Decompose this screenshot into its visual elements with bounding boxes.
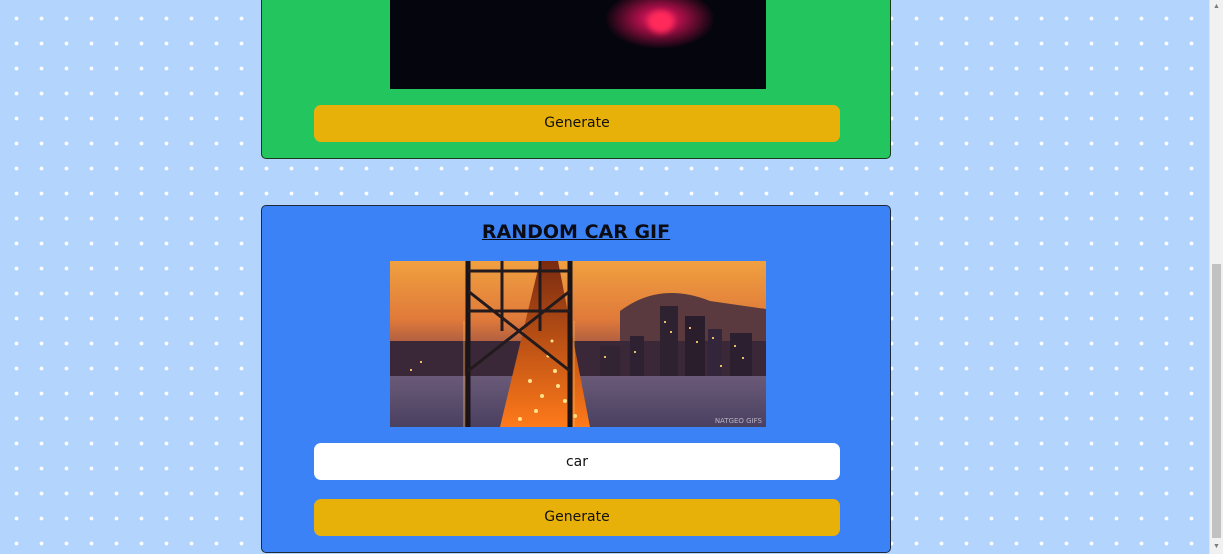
generate-button[interactable]: Generate: [314, 105, 840, 142]
car-gif-image: NATGEO GIFS: [390, 261, 766, 427]
car-gif-card: RANDOM CAR GIF NATGEO GIFS car Generate: [261, 205, 891, 553]
random-gif-card: Generate: [261, 0, 891, 159]
search-input[interactable]: [314, 443, 840, 480]
gif-watermark: NATGEO GIFS: [715, 417, 763, 425]
vertical-scrollbar[interactable]: ▲ ▼: [1209, 0, 1223, 554]
card-title: RANDOM CAR GIF: [481, 221, 671, 243]
scroll-down-arrow-icon[interactable]: ▼: [1210, 540, 1223, 554]
generate-button[interactable]: Generate: [314, 499, 840, 536]
scrollbar-thumb[interactable]: [1212, 264, 1221, 538]
random-gif-image: [390, 0, 766, 89]
gif-glow: [648, 11, 674, 33]
scroll-up-arrow-icon[interactable]: ▲: [1210, 0, 1223, 14]
